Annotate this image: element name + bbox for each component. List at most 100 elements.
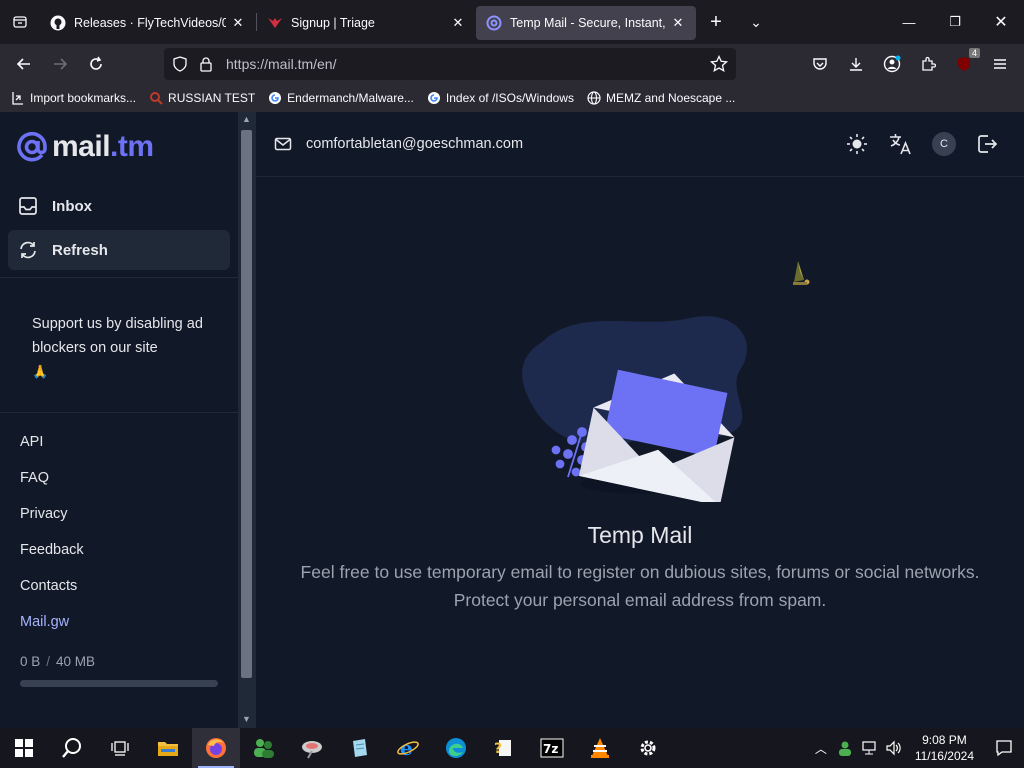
bookmark-label: Endermanch/Malware... (287, 91, 414, 105)
tab-tempmail[interactable]: Temp Mail - Secure, Instant, Fas ✕ (476, 5, 696, 40)
link-faq[interactable]: FAQ (20, 470, 49, 486)
logout-icon[interactable] (976, 133, 998, 155)
forward-button[interactable] (42, 48, 78, 80)
reload-button[interactable] (78, 48, 114, 80)
back-button[interactable] (6, 48, 42, 80)
bookmark-russian-test[interactable]: RUSSIAN TEST (148, 90, 255, 106)
bookmark-endermanch[interactable]: Endermanch/Malware... (267, 90, 414, 106)
firefox-button[interactable] (192, 728, 240, 768)
logo[interactable]: mail.tm (16, 130, 154, 164)
nav-bar: https://mail.tm/en/ 4 (0, 44, 1024, 84)
logo-text: mail (52, 130, 111, 163)
link-feedback[interactable]: Feedback (20, 542, 84, 558)
close-icon[interactable]: ✕ (230, 15, 246, 31)
storage-quota: 0 B / 40 MB (20, 654, 95, 669)
link-privacy[interactable]: Privacy (20, 506, 68, 522)
search-button[interactable] (48, 728, 96, 768)
account-icon[interactable] (874, 48, 910, 80)
close-icon[interactable]: ✕ (670, 15, 686, 31)
task-view-button[interactable] (96, 728, 144, 768)
logo-tld: .tm (110, 130, 154, 163)
app-script-button[interactable]: ? (480, 728, 528, 768)
volume-icon[interactable] (881, 740, 905, 756)
tab-list-button[interactable] (0, 0, 40, 44)
link-mailgw[interactable]: Mail.gw (20, 614, 69, 630)
quota-used: 0 B (20, 654, 41, 669)
restore-icon[interactable]: ❐ (932, 0, 978, 44)
pocket-icon[interactable] (802, 48, 838, 80)
new-tab-button[interactable]: + (696, 11, 736, 34)
menu-icon[interactable] (982, 48, 1018, 80)
download-icon[interactable] (838, 48, 874, 80)
extensions-icon[interactable] (910, 48, 946, 80)
edge-button[interactable] (432, 728, 480, 768)
scroll-down-icon[interactable]: ▼ (238, 714, 255, 724)
clock-time: 9:08 PM (922, 733, 967, 747)
task-view-icon (111, 741, 129, 756)
bookmark-star-icon[interactable] (710, 55, 728, 73)
scroll-up-icon[interactable]: ▲ (238, 114, 255, 124)
link-api[interactable]: API (20, 434, 43, 450)
bookmark-index-isos[interactable]: Index of /ISOs/Windows (426, 90, 574, 106)
app-green-button[interactable] (240, 728, 288, 768)
app-dish-button[interactable] (288, 728, 336, 768)
users-icon (254, 739, 274, 758)
link-contacts[interactable]: Contacts (20, 578, 77, 594)
bookmark-memz[interactable]: MEMZ and Noescape ... (586, 90, 735, 106)
mail-icon (274, 137, 292, 151)
refresh-button[interactable]: Refresh (8, 230, 230, 270)
ublock-icon[interactable]: 4 (946, 48, 982, 80)
reload-icon (90, 56, 102, 70)
at-sign-icon (17, 131, 47, 162)
sun-icon[interactable] (846, 133, 868, 155)
close-window-icon[interactable]: ✕ (978, 0, 1024, 44)
github-icon (50, 15, 66, 31)
tab-list-icon (13, 16, 27, 28)
ie-button[interactable]: e (384, 728, 432, 768)
internet-explorer-icon: e (397, 737, 419, 759)
tab-title: Temp Mail - Secure, Instant, Fas (510, 15, 666, 30)
satellite-icon (302, 741, 322, 759)
email-address[interactable]: comfortabletan@goeschman.com (306, 136, 523, 152)
sidebar-item-inbox[interactable]: Inbox (8, 186, 230, 226)
start-button[interactable] (0, 728, 48, 768)
sidebar-scrollbar[interactable]: ▲ ▼ (238, 112, 255, 728)
globe-icon (586, 90, 602, 106)
clock[interactable]: 9:08 PM 11/16/2024 (915, 732, 974, 764)
app-notepad-button[interactable] (336, 728, 384, 768)
arrow-left-icon (16, 58, 30, 70)
sidebar-item-label: Refresh (52, 241, 108, 259)
settings-button[interactable] (624, 728, 672, 768)
bookmark-import[interactable]: Import bookmarks... (10, 90, 136, 106)
google-icon (267, 90, 283, 106)
tab-github[interactable]: Releases · FlyTechVideos/000exe ✕ (40, 6, 256, 40)
scroll-thumb[interactable] (241, 130, 252, 678)
vlc-icon (591, 738, 609, 758)
vlc-button[interactable] (576, 728, 624, 768)
close-icon[interactable]: ✕ (450, 15, 466, 31)
network-icon[interactable] (857, 740, 881, 756)
chevron-down-icon[interactable]: ⌄ (736, 14, 776, 31)
svg-text:?: ? (494, 741, 502, 757)
minimize-icon[interactable]: — (886, 0, 932, 44)
file-explorer-button[interactable] (144, 728, 192, 768)
folder-icon (158, 742, 178, 756)
ublock-badge: 4 (968, 48, 980, 58)
chevron-up-icon[interactable]: ︿ (809, 740, 833, 757)
7zip-button[interactable]: 7z (528, 728, 576, 768)
notification-icon[interactable] (984, 739, 1024, 757)
inbox-icon (18, 196, 38, 216)
windows-icon (15, 739, 33, 757)
translate-icon[interactable] (888, 132, 912, 156)
quota-progress-bar (20, 680, 218, 687)
taskbar: e ? 7z ︿ 9:08 PM 11/16/2024 (0, 728, 1024, 768)
tab-triage[interactable]: Signup | Triage ✕ (257, 6, 476, 40)
tray-user-icon[interactable] (833, 740, 857, 756)
gear-icon (640, 740, 656, 756)
7zip-icon: 7z (540, 738, 564, 758)
sidebar: mail.tm Inbox Refresh Support us by disa… (0, 112, 238, 728)
url-bar[interactable]: https://mail.tm/en/ (164, 48, 736, 80)
support-message: Support us by disabling ad blockers on o… (32, 312, 212, 384)
avatar[interactable]: C (932, 132, 956, 156)
bookmark-label: MEMZ and Noescape ... (605, 91, 736, 105)
